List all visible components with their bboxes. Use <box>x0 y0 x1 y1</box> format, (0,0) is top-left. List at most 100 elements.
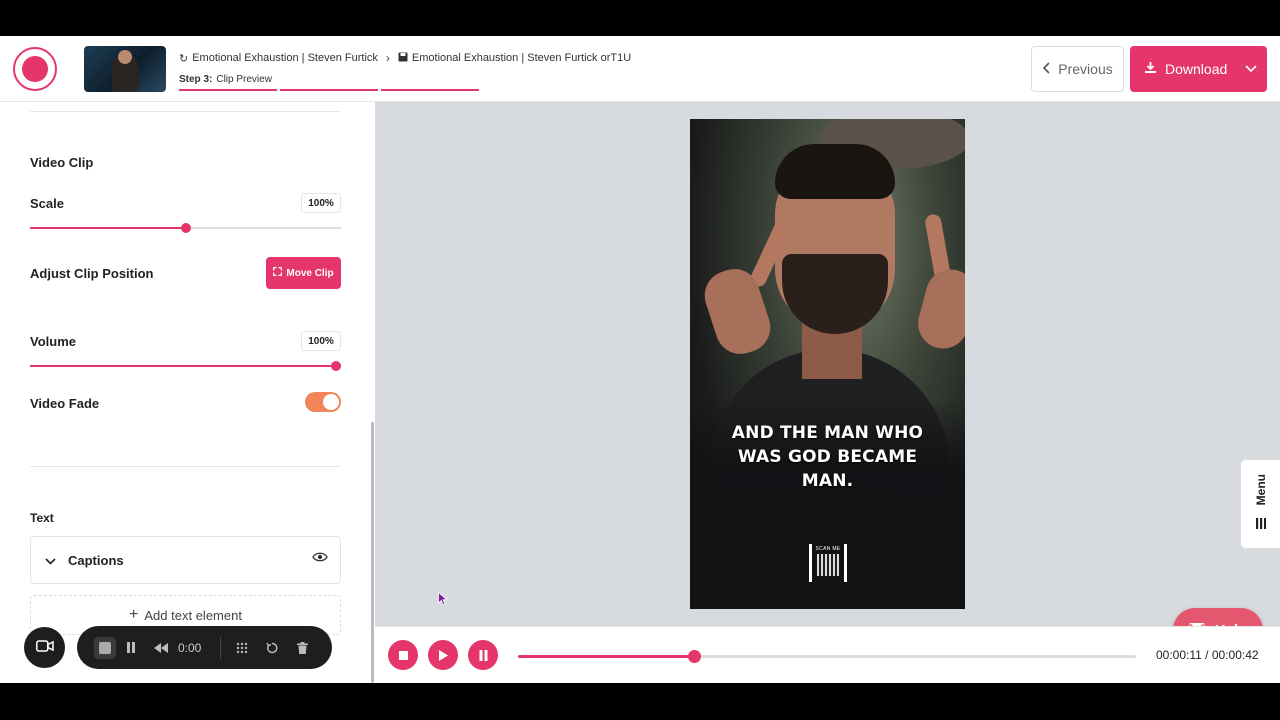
scale-label: Scale <box>30 196 64 211</box>
rewind-button[interactable] <box>146 642 176 653</box>
volume-label: Volume <box>30 334 76 349</box>
download-icon <box>1144 61 1157 77</box>
record-stop-button[interactable] <box>94 636 116 659</box>
step-bar-2 <box>280 89 378 91</box>
restart-icon <box>266 642 278 653</box>
pause-button[interactable] <box>468 640 498 670</box>
divider-top <box>30 111 341 112</box>
step-bar-3 <box>381 89 479 91</box>
video-thumbnail <box>84 46 166 92</box>
mouse-cursor-icon <box>438 591 449 611</box>
add-text-label: Add text element <box>144 607 242 623</box>
breadcrumb: ↻ Emotional Exhaustion | Steven Furtick … <box>179 51 631 65</box>
recorder-time: 0:00 <box>178 640 202 655</box>
stop-icon <box>398 650 408 660</box>
breadcrumb-item-source[interactable]: Emotional Exhaustion | Steven Furtick <box>192 52 378 64</box>
stop-icon <box>99 641 111 654</box>
volume-value[interactable]: 100% <box>301 331 341 351</box>
breadcrumb-item-clip[interactable]: Emotional Exhaustion | Steven Furtick or… <box>412 52 631 64</box>
menu-icon <box>1255 516 1266 534</box>
pause-recording-button[interactable] <box>116 642 146 653</box>
seek-bar-fill <box>518 655 695 658</box>
move-clip-button[interactable]: Move Clip <box>266 257 341 289</box>
download-button[interactable]: Download <box>1130 46 1267 92</box>
grid-icon <box>236 642 248 653</box>
move-clip-label: Move Clip <box>286 267 334 279</box>
volume-slider-handle[interactable] <box>331 361 341 371</box>
caption-line-3: MAN. <box>801 471 854 491</box>
logo-dot <box>22 56 48 82</box>
previous-button[interactable]: Previous <box>1031 46 1124 92</box>
grid-button[interactable] <box>227 642 257 654</box>
scale-slider-fill <box>30 227 186 229</box>
volume-slider[interactable] <box>30 361 341 371</box>
playback-bar: 00:00:11 / 00:00:42 <box>375 626 1280 683</box>
chevron-left-icon <box>1042 61 1050 77</box>
total-time: 00:00:42 <box>1211 648 1259 662</box>
sidebar-scrollbar[interactable] <box>371 422 374 683</box>
time-separator: / <box>1205 648 1212 662</box>
rewind-icon <box>154 642 168 653</box>
camera-button[interactable] <box>24 627 65 668</box>
recorder-toolbar: 0:00 <box>77 626 332 669</box>
scale-slider-handle[interactable] <box>180 223 191 233</box>
volume-slider-fill <box>30 365 341 367</box>
video-clip-title: Video Clip <box>30 155 94 170</box>
scale-value[interactable]: 100% <box>301 193 341 213</box>
pause-icon <box>127 642 135 653</box>
playback-time: 00:00:11 / 00:00:42 <box>1156 648 1259 662</box>
step-bar-1 <box>179 89 277 91</box>
divider-middle <box>30 466 341 467</box>
preview-canvas: AND THE MAN WHO WAS GOD BECAME MAN. SCAN… <box>375 102 1280 626</box>
previous-label: Previous <box>1058 61 1113 77</box>
menu-tab[interactable]: Menu <box>1240 459 1280 549</box>
caption-line-2: WAS GOD BECAME <box>737 447 918 467</box>
eye-icon[interactable] <box>312 551 328 566</box>
plus-icon: + <box>129 606 139 623</box>
video-fade-toggle[interactable] <box>305 392 341 412</box>
app-logo[interactable] <box>13 47 57 91</box>
chevron-down-icon[interactable] <box>1245 60 1257 76</box>
pause-icon <box>479 649 487 661</box>
chevron-right-icon: › <box>385 51 390 65</box>
adjust-clip-position-label: Adjust Clip Position <box>30 266 154 281</box>
step-progress <box>179 89 479 91</box>
video-fade-label: Video Fade <box>30 396 100 411</box>
seek-bar-handle[interactable] <box>688 650 702 663</box>
step-number: Step 3: <box>179 74 213 85</box>
delete-button[interactable] <box>287 641 317 654</box>
step-indicator: Step 3: Clip Preview <box>179 74 272 85</box>
refresh-icon: ↻ <box>179 52 189 65</box>
current-time: 00:00:11 <box>1156 648 1202 662</box>
app-window: ↻ Emotional Exhaustion | Steven Furtick … <box>0 36 1280 683</box>
seek-bar[interactable] <box>518 650 1136 663</box>
chevron-down-icon[interactable] <box>45 553 56 568</box>
caption-overlay[interactable]: AND THE MAN WHO WAS GOD BECAME MAN. <box>690 421 965 493</box>
play-button[interactable] <box>428 640 458 670</box>
captions-label: Captions <box>68 552 124 568</box>
menu-label: Menu <box>1253 474 1268 506</box>
play-icon <box>438 649 448 661</box>
trash-icon <box>296 641 308 654</box>
qr-pattern <box>817 554 839 576</box>
scale-slider[interactable] <box>30 223 341 233</box>
settings-sidebar: Video Clip Scale 100% Adjust Clip Positi… <box>0 102 375 683</box>
text-section-title: Text <box>30 511 54 525</box>
move-icon <box>273 266 283 279</box>
caption-line-1: AND THE MAN WHO <box>731 423 924 443</box>
stop-button[interactable] <box>388 640 418 670</box>
download-label: Download <box>1165 61 1228 77</box>
top-bar: ↻ Emotional Exhaustion | Steven Furtick … <box>0 36 1280 102</box>
video-camera-icon <box>35 639 54 657</box>
step-name: Clip Preview <box>216 74 272 85</box>
qr-code: SCAN ME <box>809 544 847 582</box>
restart-button[interactable] <box>257 642 287 654</box>
toolbar-separator <box>220 636 221 659</box>
qr-label: SCAN ME <box>815 546 841 552</box>
toggle-knob <box>323 394 339 410</box>
video-speaker-hair <box>775 144 895 199</box>
video-preview[interactable]: AND THE MAN WHO WAS GOD BECAME MAN. SCAN… <box>690 119 965 609</box>
thumbnail-head <box>118 50 132 64</box>
save-icon <box>398 52 408 65</box>
captions-row[interactable]: Captions <box>30 536 341 584</box>
